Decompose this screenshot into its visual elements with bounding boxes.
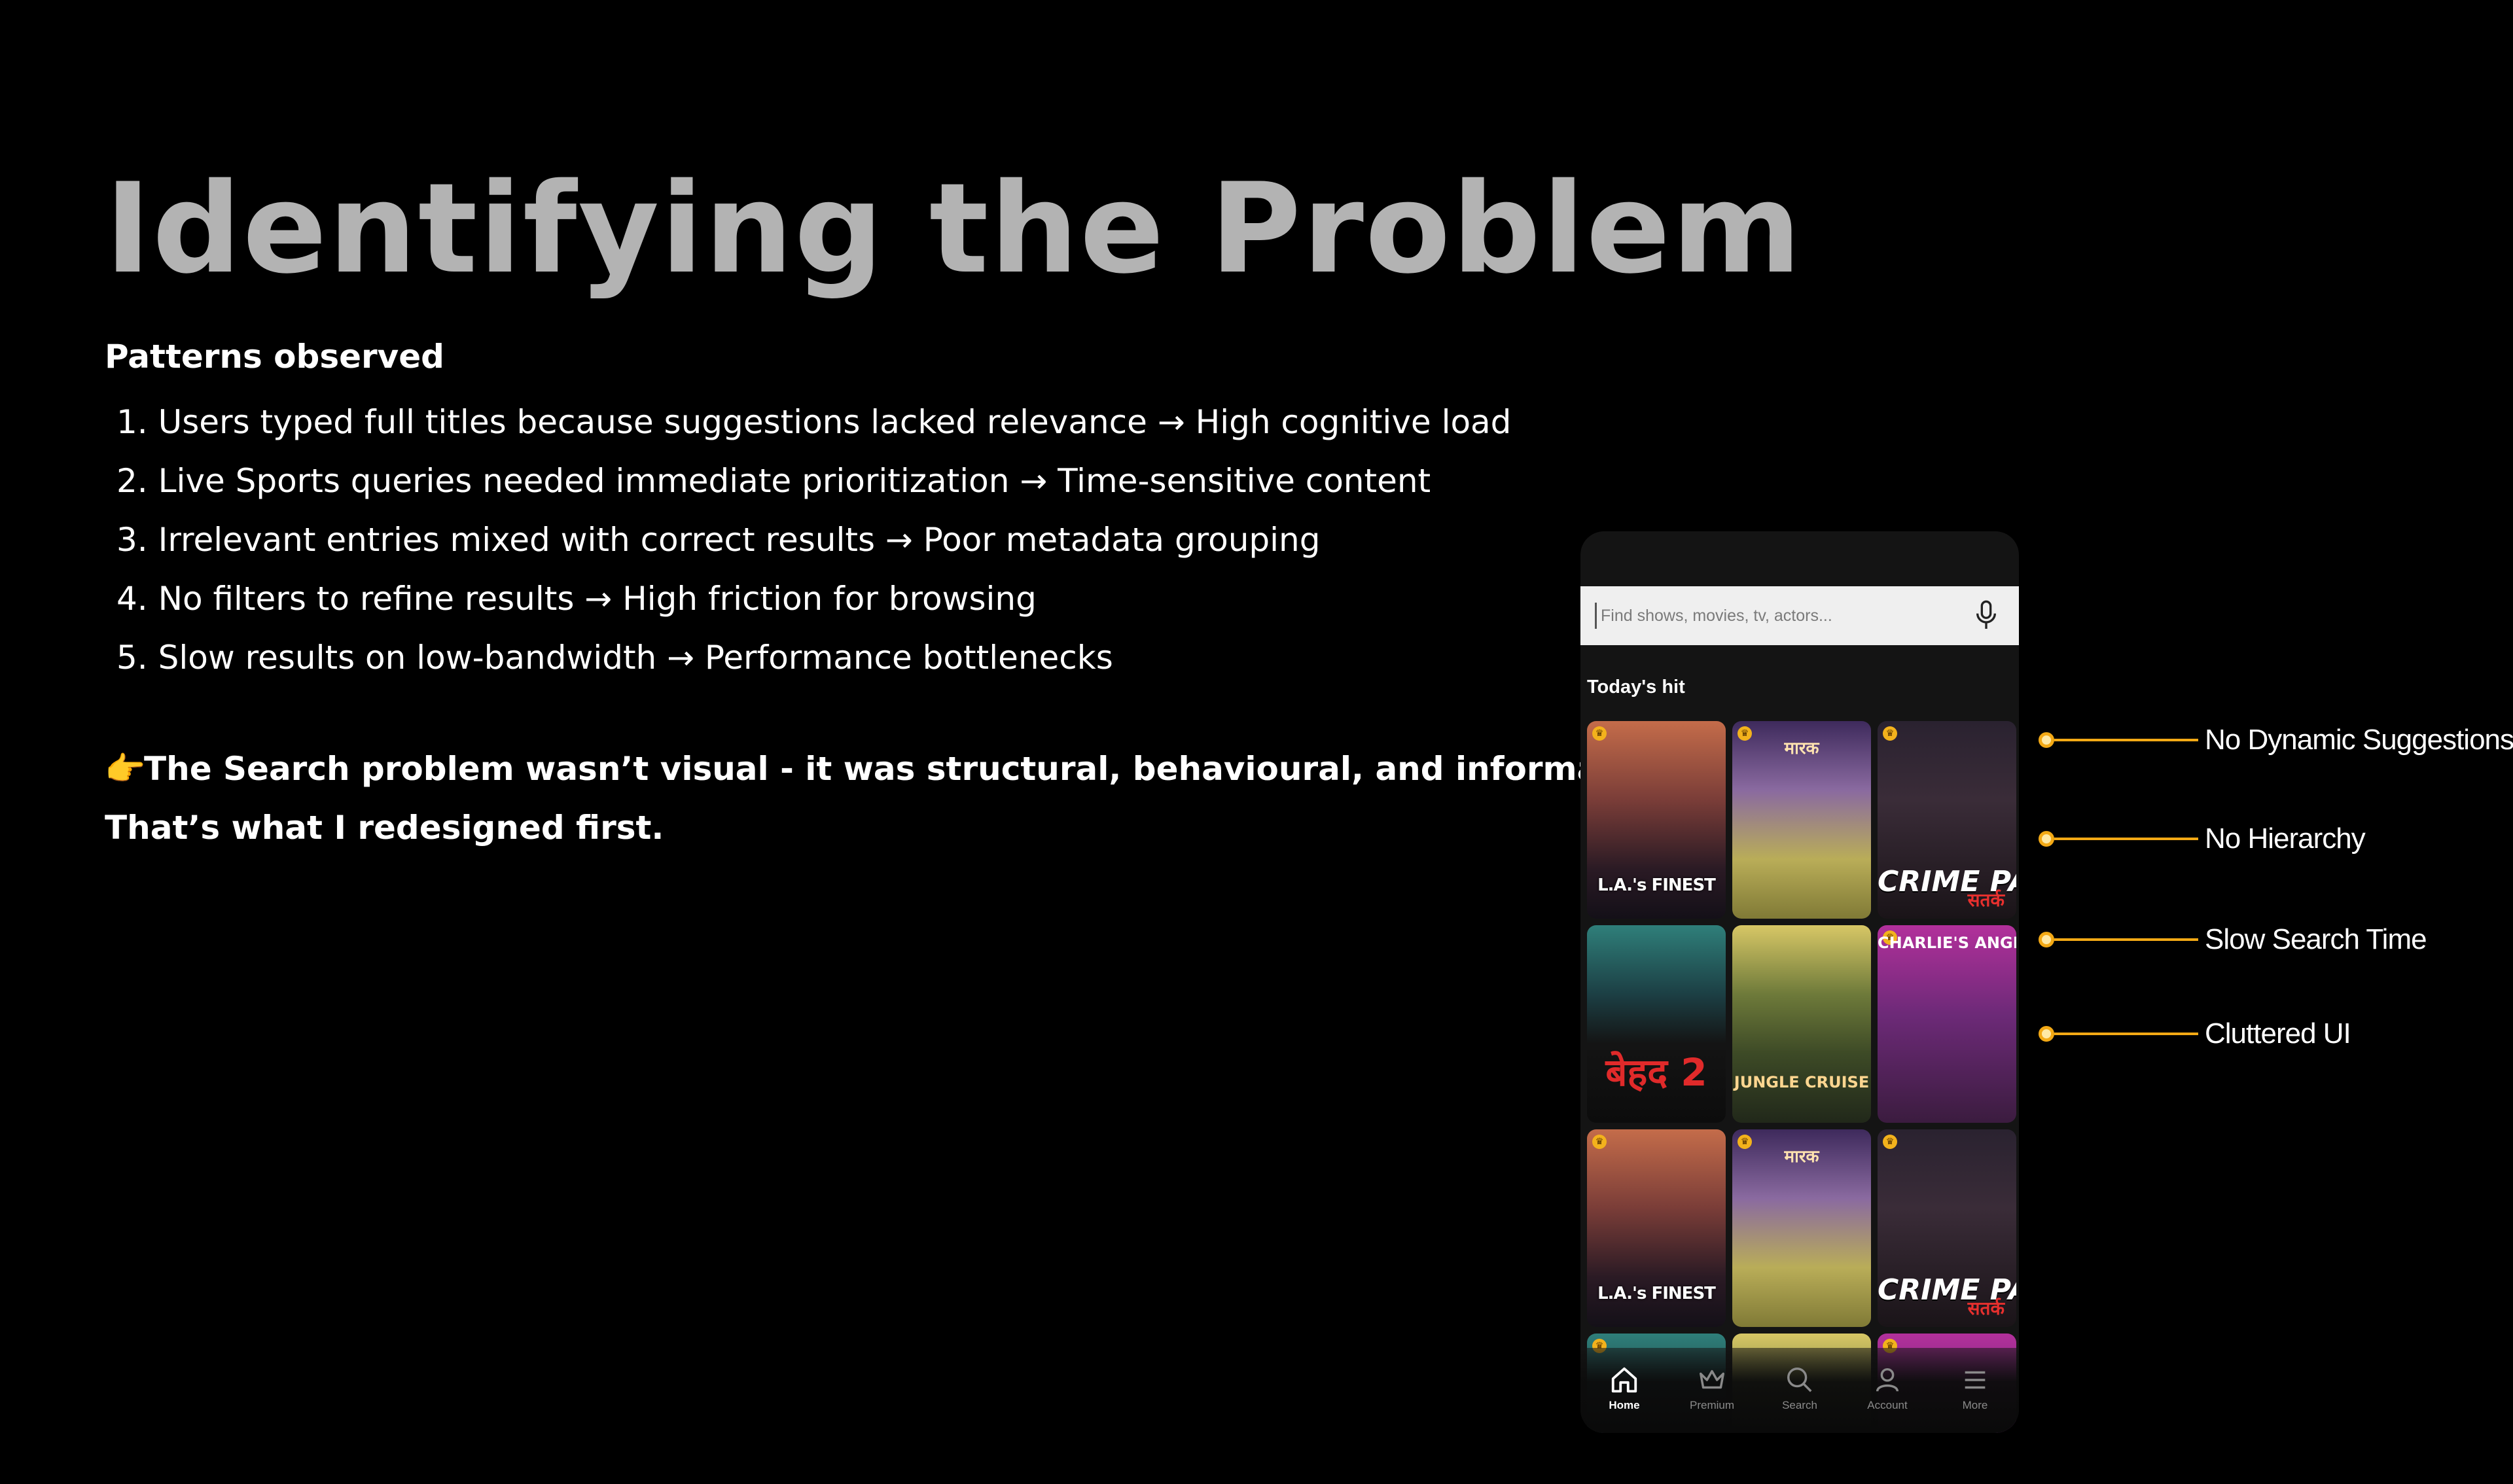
callout-dot xyxy=(2039,831,2054,847)
pattern-item: 3. Irrelevant entries mixed with correct… xyxy=(116,510,1511,569)
nav-label: Premium xyxy=(1689,1399,1734,1411)
nav-label: More xyxy=(1962,1399,1988,1411)
callout-label: No Hierarchy xyxy=(2205,822,2366,855)
callout-dot xyxy=(2039,1026,2054,1042)
pattern-item: 1. Users typed full titles because sugge… xyxy=(116,393,1511,451)
nav-item-more[interactable]: More xyxy=(1931,1348,2019,1433)
nav-item-home[interactable]: Home xyxy=(1580,1348,1668,1433)
pointing-hand-icon: 👉 xyxy=(105,750,146,788)
pattern-text: Users typed full titles because suggesti… xyxy=(158,403,1512,441)
poster-card[interactable]: ♛ CRIME PATROL सतर्क xyxy=(1878,721,2016,919)
callout: Cluttered UI xyxy=(2039,1019,2351,1048)
callout-label: Cluttered UI xyxy=(2205,1017,2351,1050)
poster-card[interactable]: ♛ मारक xyxy=(1732,721,1871,919)
search-input[interactable]: Find shows, movies, tv, actors... xyxy=(1601,607,1973,626)
poster-title: मारक xyxy=(1784,1147,1819,1167)
page-title: Identifying the Problem xyxy=(105,156,1803,301)
poster-card[interactable]: ♛ L.A.'s FINEST xyxy=(1587,1129,1726,1327)
poster-card[interactable]: ♛ L.A.'s FINEST xyxy=(1587,721,1726,919)
nav-label: Home xyxy=(1609,1399,1640,1411)
pattern-number: 4. xyxy=(116,580,148,618)
nav-item-account[interactable]: Account xyxy=(1844,1348,1931,1433)
poster-card[interactable]: बेहद 2 xyxy=(1587,925,1726,1123)
pattern-number: 5. xyxy=(116,639,148,677)
pattern-number: 2. xyxy=(116,462,148,500)
home-icon xyxy=(1611,1367,1637,1393)
patterns-list: 1. Users typed full titles because sugge… xyxy=(105,393,1511,687)
callout-dot xyxy=(2039,932,2054,947)
premium-crown-icon: ♛ xyxy=(1592,726,1607,741)
callout: Slow Search Time xyxy=(2039,925,2427,954)
conclusion-line-1: 👉The Search problem wasn’t visual - it w… xyxy=(105,739,1717,798)
search-icon xyxy=(1787,1368,1812,1392)
poster-card[interactable]: ♛ CRIME PATROL सतर्क xyxy=(1878,1129,2016,1327)
nav-item-search[interactable]: Search xyxy=(1756,1348,1844,1433)
pattern-number: 1. xyxy=(116,403,148,441)
pattern-item: 5. Slow results on low-bandwidth → Perfo… xyxy=(116,628,1511,687)
conclusion: 👉The Search problem wasn’t visual - it w… xyxy=(105,739,1717,857)
poster-subtitle: सतर्क xyxy=(1967,889,2005,911)
conclusion-text-1: The Search problem wasn’t visual - it wa… xyxy=(144,750,1718,788)
premium-crown-icon: ♛ xyxy=(1592,1135,1607,1149)
pattern-text: Irrelevant entries mixed with correct re… xyxy=(158,521,1321,559)
callout-line xyxy=(2054,938,2198,941)
search-bar[interactable]: Find shows, movies, tv, actors... xyxy=(1580,586,2019,645)
account-icon xyxy=(1876,1368,1899,1392)
poster-card[interactable]: ♛ CHARLIE'S ANGELS xyxy=(1878,925,2016,1123)
pattern-text: Live Sports queries needed immediate pri… xyxy=(158,462,1431,500)
callout-label: No Dynamic Suggestions xyxy=(2205,724,2513,756)
poster-title: L.A.'s FINEST xyxy=(1597,1284,1716,1303)
pattern-text: No filters to refine results → High fric… xyxy=(158,580,1037,618)
callout-line xyxy=(2054,1033,2198,1035)
callout: No Hierarchy xyxy=(2039,824,2366,853)
bottom-navigation: Home Premium Search Account More xyxy=(1580,1348,2019,1433)
poster-subtitle: सतर्क xyxy=(1967,1298,2005,1319)
callout-line xyxy=(2054,838,2198,840)
menu-icon xyxy=(1965,1371,1986,1389)
patterns-heading: Patterns observed xyxy=(105,338,444,376)
poster-card[interactable]: JUNGLE CRUISE xyxy=(1732,925,1871,1123)
callout: No Dynamic Suggestions xyxy=(2039,726,2513,754)
crown-icon xyxy=(1700,1369,1724,1389)
poster-card[interactable]: ♛ मारक xyxy=(1732,1129,1871,1327)
text-caret xyxy=(1595,603,1597,629)
poster-title: मारक xyxy=(1784,739,1819,758)
poster-title: CHARLIE'S ANGELS xyxy=(1878,934,2016,952)
nav-label: Search xyxy=(1782,1399,1817,1411)
patterns-section: Patterns observed 1. Users typed full ti… xyxy=(105,334,1511,687)
premium-crown-icon: ♛ xyxy=(1883,1135,1897,1149)
conclusion-text-2: That’s what I redesigned first. xyxy=(105,809,664,847)
poster-title: JUNGLE CRUISE xyxy=(1734,1073,1870,1091)
callout-label: Slow Search Time xyxy=(2205,923,2427,955)
poster-title: L.A.'s FINEST xyxy=(1597,875,1716,895)
pattern-number: 3. xyxy=(116,521,148,559)
nav-item-premium[interactable]: Premium xyxy=(1668,1348,1756,1433)
pattern-text: Slow results on low-bandwidth → Performa… xyxy=(158,639,1113,677)
pattern-item: 2. Live Sports queries needed immediate … xyxy=(116,451,1511,510)
nav-label: Account xyxy=(1867,1399,1908,1411)
premium-crown-icon: ♛ xyxy=(1883,726,1897,741)
section-title: Today's hit xyxy=(1587,677,1685,698)
callout-line xyxy=(2054,739,2198,741)
poster-title: बेहद 2 xyxy=(1605,1050,1707,1095)
pattern-item: 4. No filters to refine results → High f… xyxy=(116,569,1511,628)
callout-dot xyxy=(2039,732,2054,748)
phone-mockup: Find shows, movies, tv, actors... Today'… xyxy=(1580,531,2019,1433)
microphone-icon[interactable] xyxy=(1973,599,1999,632)
